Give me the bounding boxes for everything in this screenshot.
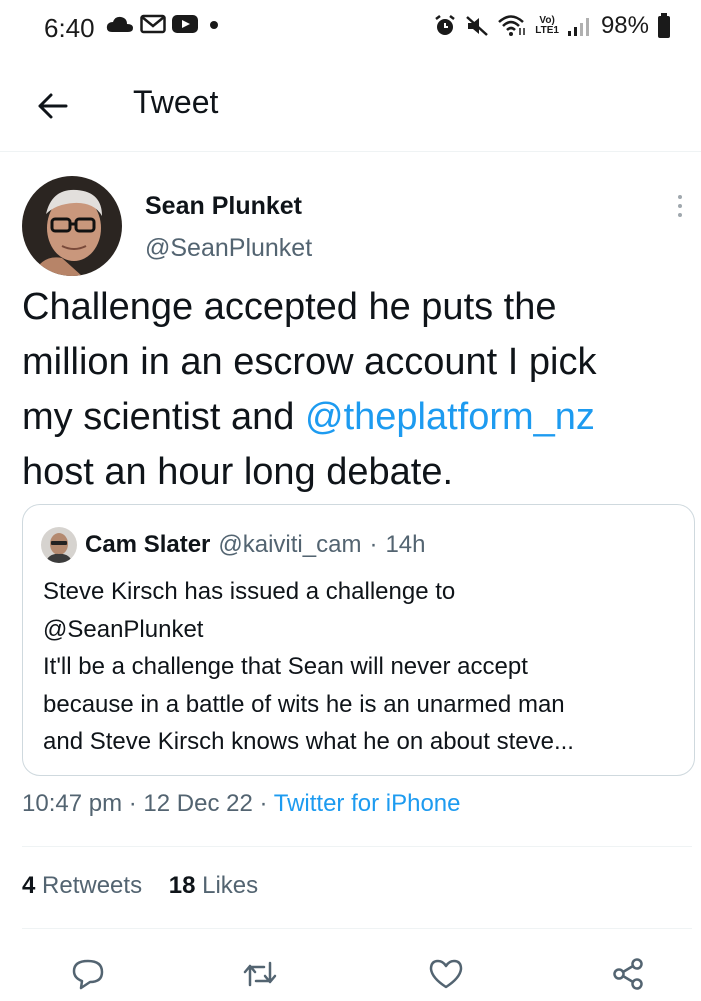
more-dot (678, 213, 682, 217)
quoted-tweet-age: 14h (385, 531, 426, 558)
divider (22, 928, 692, 929)
mute-icon (466, 16, 489, 36)
tweet-meta: 10:47 pm · 12 Dec 22 · Twitter for iPhon… (22, 790, 460, 818)
retweets-label: Retweets (42, 872, 143, 899)
status-bar: 6:40 Vo) LTE1 98% (0, 0, 701, 56)
more-dot (678, 204, 682, 208)
quoted-tweet-text: Steve Kirsch has issued a challenge to @… (43, 573, 683, 761)
tweet-text-line: host an hour long debate. (22, 451, 454, 493)
signal-icon (567, 18, 589, 36)
share-button[interactable] (606, 952, 650, 996)
author-avatar[interactable] (22, 176, 122, 276)
quoted-author-photo (41, 527, 77, 563)
arrow-left-icon (38, 93, 68, 119)
share-icon (613, 958, 643, 990)
battery-icon (658, 13, 670, 38)
more-options-button[interactable] (673, 186, 687, 226)
separator-dot: · (128, 790, 137, 817)
cloud-icon (106, 16, 133, 32)
battery-percent: 98% (600, 12, 649, 39)
like-button[interactable] (424, 952, 468, 996)
retweets-stat[interactable]: 4 Retweets (22, 872, 142, 899)
quoted-text-line: and Steve Kirsch knows what he on about … (43, 728, 574, 755)
separator-dot: · (369, 531, 378, 558)
tweet-source-link[interactable]: Twitter for iPhone (274, 790, 461, 817)
tweet-actions (0, 948, 701, 998)
tweet-text-fragment: my scientist and (22, 396, 305, 438)
mention-link[interactable]: @theplatform_nz (305, 396, 595, 438)
tweet-text-line: my scientist and @theplatform_nz (22, 390, 687, 445)
tweet-text-line: million in an escrow account I pick (22, 341, 597, 383)
separator-dot: · (259, 790, 268, 817)
likes-label: Likes (202, 872, 259, 899)
quoted-tweet-card[interactable]: Cam Slater @kaiviti_cam · 14h Steve Kirs… (22, 504, 695, 776)
lte-indicator: Vo) LTE1 (535, 16, 559, 36)
notification-icons (106, 14, 220, 34)
retweet-button[interactable] (238, 952, 282, 996)
wifi-icon (498, 15, 525, 36)
author-handle[interactable]: @SeanPlunket (145, 234, 312, 263)
likes-count: 18 (168, 872, 196, 899)
quoted-text-line: Steve Kirsch has issued a challenge to (43, 578, 456, 605)
quoted-tweet-header: Cam Slater @kaiviti_cam · 14h (41, 527, 426, 563)
likes-stat[interactable]: 18 Likes (169, 872, 258, 899)
divider (22, 846, 692, 847)
dot-icon (210, 21, 218, 29)
page-title: Tweet (133, 84, 219, 120)
lte-label: LTE1 (535, 25, 559, 36)
retweets-count: 4 (22, 872, 36, 899)
quoted-author-handle: @kaiviti_cam (218, 531, 362, 558)
reply-icon (72, 959, 104, 990)
author-name[interactable]: Sean Plunket (145, 192, 302, 221)
tweet-stats: 4 Retweets 18 Likes (22, 872, 278, 900)
more-dot (678, 195, 682, 199)
tweet-text-line: Challenge accepted he puts the (22, 286, 557, 328)
youtube-icon (172, 15, 198, 33)
back-button[interactable] (28, 82, 76, 130)
author-photo (22, 176, 122, 276)
status-time: 6:40 (44, 13, 95, 43)
system-icons: Vo) LTE1 98% (433, 12, 671, 40)
tweet-time: 10:47 pm (22, 790, 123, 817)
quoted-author-name: Cam Slater (85, 531, 211, 558)
quoted-text-line: @SeanPlunket (43, 615, 204, 643)
quoted-text-line: because in a battle of wits he is an una… (43, 690, 565, 718)
quoted-author-avatar (41, 527, 77, 563)
tweet-text: Challenge accepted he puts the million i… (22, 280, 687, 500)
alarm-icon (435, 15, 455, 35)
like-icon (429, 959, 463, 989)
quoted-text-line: It'll be a challenge that Sean will neve… (43, 653, 528, 680)
tweet-date: 12 Dec 22 (143, 790, 253, 817)
retweet-icon (243, 961, 277, 987)
gmail-icon (140, 14, 166, 34)
reply-button[interactable] (66, 952, 110, 996)
top-app-bar: Tweet (0, 62, 701, 152)
